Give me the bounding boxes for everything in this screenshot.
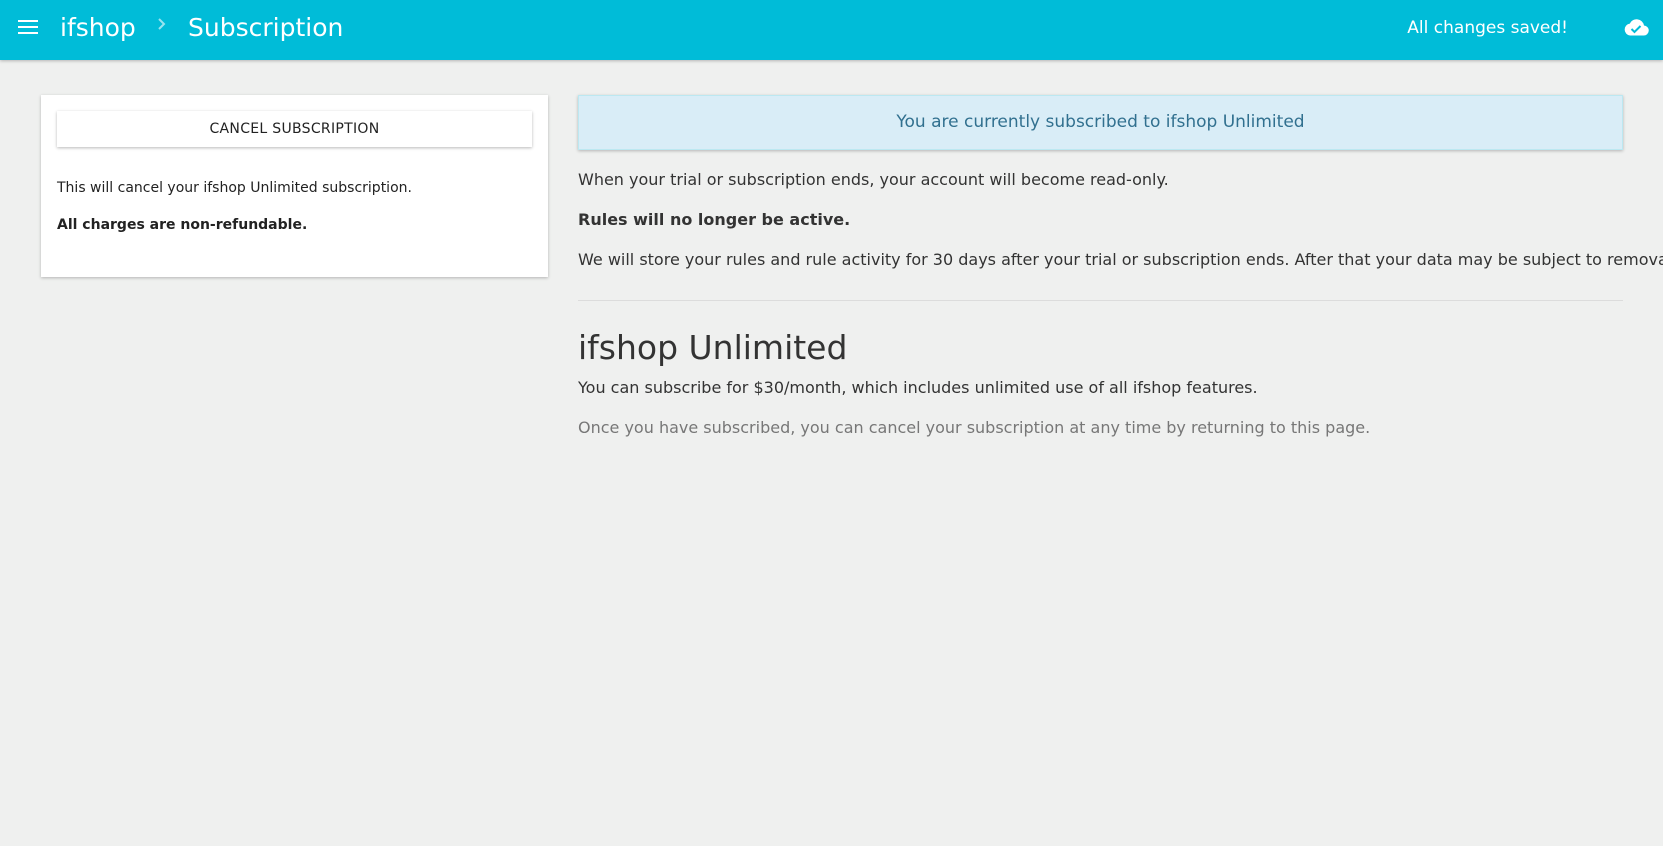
app-title[interactable]: ifshop (60, 13, 136, 43)
save-status: All changes saved! (1407, 18, 1568, 38)
cancel-subscription-button[interactable]: CANCEL SUBSCRIPTION (57, 111, 532, 147)
main-content: You are currently subscribed to ifshop U… (578, 95, 1663, 437)
rules-notice: Rules will no longer be active. (578, 210, 851, 229)
subscription-status-alert: You are currently subscribed to ifshop U… (578, 95, 1623, 150)
plan-title: ifshop Unlimited (578, 328, 848, 367)
refund-warning: All charges are non-refundable. (57, 217, 308, 233)
cancel-description: This will cancel your ifshop Unlimited s… (57, 180, 412, 196)
plan-description: You can subscribe for $30/month, which i… (578, 378, 1258, 397)
top-app-bar: ifshop Subscription All changes saved! (0, 0, 1663, 60)
plan-note: Once you have subscribed, you can cancel… (578, 418, 1371, 437)
section-divider (578, 300, 1623, 301)
storage-notice: We will store your rules and rule activi… (578, 250, 1663, 269)
cloud-done-icon (1624, 19, 1649, 36)
page-title: Subscription (188, 13, 344, 42)
readonly-notice: When your trial or subscription ends, yo… (578, 170, 1169, 189)
menu-icon[interactable] (18, 20, 38, 36)
chevron-right-icon (158, 18, 166, 30)
cancel-subscription-card: CANCEL SUBSCRIPTION This will cancel you… (41, 95, 548, 277)
